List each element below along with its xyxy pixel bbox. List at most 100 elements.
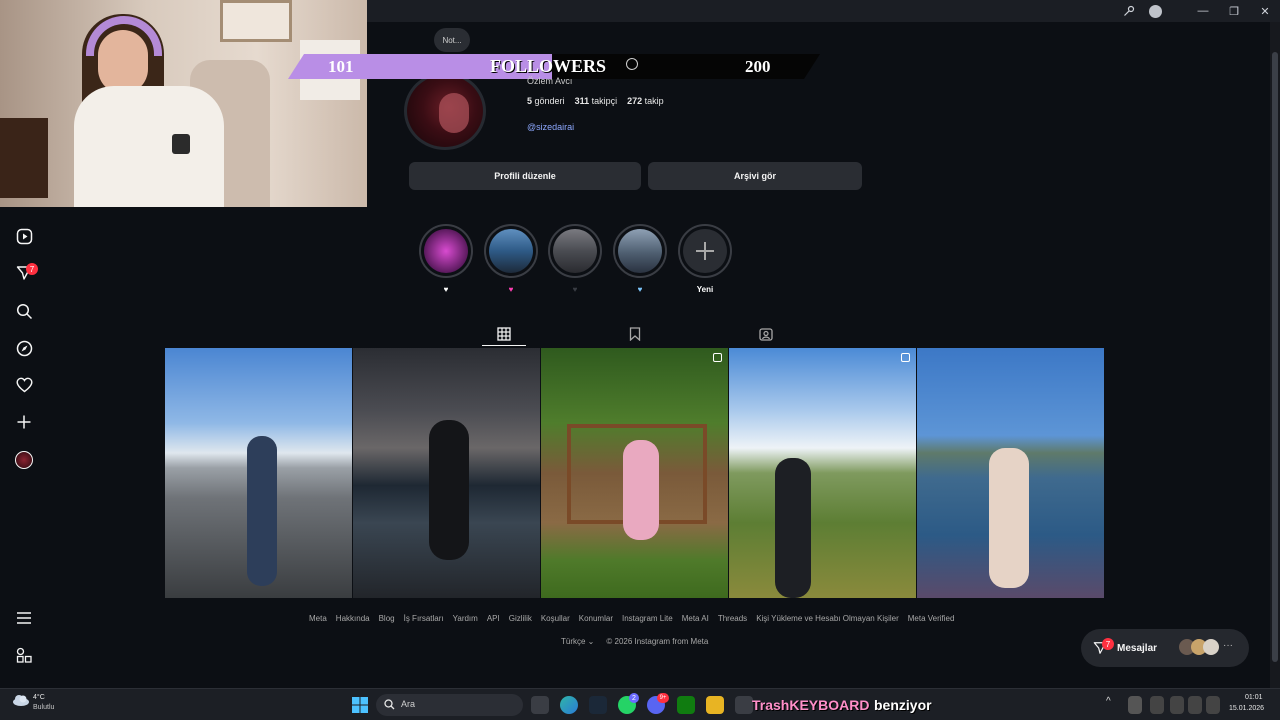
followers-goal: 200 — [745, 57, 771, 76]
following-count: 272 — [627, 96, 643, 106]
weather-desc: Bulutlu — [33, 704, 55, 711]
footer-link-terms[interactable]: Koşullar — [541, 614, 570, 623]
reels-icon[interactable] — [14, 226, 34, 246]
weather-temp: 4°C — [33, 694, 45, 701]
scrollbar-thumb[interactable] — [1272, 52, 1278, 662]
stream-overlay-text-1: TrashKEYBOARD — [752, 697, 870, 713]
profile-full-name: Özlem Avcı — [527, 76, 573, 86]
windows-taskbar: 4°C Bulutlu Ara 2 9+ ^ 01:01 15.01.2026 — [0, 688, 1280, 720]
highlight-1-label: ♥ — [443, 285, 449, 294]
tab-saved[interactable] — [614, 322, 656, 346]
note-label: Not... — [442, 35, 462, 45]
xbox-icon[interactable] — [677, 696, 695, 714]
post-thumbnail-3[interactable] — [541, 348, 728, 598]
highlight-4-label: ♥ — [637, 285, 643, 294]
story-highlight-4[interactable] — [613, 224, 667, 278]
tray-chevron-icon[interactable]: ^ — [1106, 696, 1120, 714]
edit-profile-button[interactable]: Profili düzenle — [409, 162, 641, 190]
profile-stats: 5 gönderi 311 takipçi 272 takip — [527, 96, 664, 106]
close-icon[interactable]: ✕ — [1250, 0, 1280, 22]
copyright: © 2026 Instagram from Meta — [606, 637, 709, 646]
app-icon[interactable] — [735, 696, 753, 714]
weather-cloud-icon[interactable] — [12, 693, 30, 711]
footer-link-api[interactable]: API — [487, 614, 500, 623]
tab-posts-grid[interactable] — [483, 322, 525, 346]
sidebar-nav: 7 — [0, 206, 48, 688]
windows-start-icon[interactable] — [351, 696, 369, 714]
carousel-icon — [901, 353, 910, 362]
webcam-overlay — [0, 0, 367, 207]
scrollbar[interactable] — [1270, 22, 1280, 688]
grid-icon — [497, 327, 511, 341]
post-thumbnail-2[interactable] — [353, 348, 540, 598]
profile-avatar-icon[interactable] — [1140, 0, 1170, 22]
profile-avatar[interactable] — [404, 72, 486, 150]
post-thumbnail-4[interactable] — [729, 348, 916, 598]
footer-link-verified[interactable]: Meta Verified — [908, 614, 955, 623]
story-highlight-2[interactable] — [484, 224, 538, 278]
minimize-icon[interactable]: — — [1188, 0, 1218, 22]
footer-link-locations[interactable]: Konumlar — [579, 614, 613, 623]
settings-gear-icon[interactable] — [626, 58, 638, 70]
following-label: takip — [644, 96, 664, 106]
create-plus-icon[interactable] — [14, 412, 34, 432]
view-archive-button[interactable]: Arşivi gör — [648, 162, 862, 190]
explore-compass-icon[interactable] — [14, 338, 34, 358]
footer-link-privacy[interactable]: Gizlilik — [509, 614, 532, 623]
threads-handle-link[interactable]: @sizedairai — [527, 122, 574, 132]
menu-hamburger-icon[interactable] — [14, 608, 34, 628]
battery-icon[interactable] — [1206, 696, 1220, 714]
post-thumbnail-5[interactable] — [917, 348, 1104, 598]
tray-app-icon[interactable] — [1128, 696, 1142, 714]
footer-link-contacts[interactable]: Kişi Yükleme ve Hesabı Olmayan Kişiler — [756, 614, 899, 623]
footer-links: Meta Hakkında Blog İş Fırsatları Yardım … — [309, 614, 954, 623]
footer-link-threads[interactable]: Threads — [718, 614, 747, 623]
clock-time[interactable]: 01:01 — [1245, 694, 1263, 701]
story-highlight-1[interactable] — [419, 224, 473, 278]
search-placeholder: Ara — [401, 699, 416, 709]
steam-icon[interactable] — [589, 696, 607, 714]
followers-current: 101 — [328, 57, 354, 76]
footer-link-help[interactable]: Yardım — [453, 614, 478, 623]
wifi-icon[interactable] — [1170, 696, 1184, 714]
footer-link-blog[interactable]: Blog — [379, 614, 395, 623]
stream-overlay-text-2: benziyor — [874, 697, 932, 713]
file-explorer-icon[interactable] — [706, 696, 724, 714]
footer-link-about[interactable]: Hakkında — [336, 614, 370, 623]
messages-label: Mesajlar — [1117, 643, 1158, 654]
clock-date[interactable]: 15.01.2026 — [1229, 705, 1264, 712]
more-icon: ··· — [1223, 640, 1233, 651]
post-thumbnail-1[interactable] — [165, 348, 352, 598]
posts-count: 5 — [527, 96, 533, 106]
tagged-user-icon — [759, 328, 773, 341]
screen: — ❐ ✕ 7 Not... 101 FOLLOWERS 200 Özlem A… — [0, 0, 1280, 720]
posts-stat[interactable]: 5 gönderi — [527, 96, 565, 106]
taskbar-search[interactable]: Ara — [376, 694, 523, 716]
heart-notifications-icon[interactable] — [14, 375, 34, 395]
story-highlight-3[interactable] — [548, 224, 602, 278]
footer-link-meta[interactable]: Meta — [309, 614, 327, 623]
followers-count: 311 — [574, 96, 590, 106]
maximize-icon[interactable]: ❐ — [1219, 0, 1249, 22]
volume-icon[interactable] — [1188, 696, 1202, 714]
notification-badge: 7 — [26, 263, 38, 275]
footer-link-lite[interactable]: Instagram Lite — [622, 614, 673, 623]
profile-avatar-nav[interactable] — [14, 450, 34, 470]
language-selector[interactable]: Türkçe ⌄ — [561, 637, 594, 646]
note-bubble[interactable]: Not... — [434, 28, 470, 52]
search-icon[interactable] — [14, 301, 34, 321]
apps-grid-icon[interactable] — [14, 645, 34, 665]
task-view-icon[interactable] — [531, 696, 549, 714]
new-highlight-button[interactable] — [678, 224, 732, 278]
plus-icon — [696, 242, 714, 260]
tab-tagged[interactable] — [745, 322, 787, 346]
posts-label: gönderi — [534, 96, 565, 106]
footer-link-meta-ai[interactable]: Meta AI — [682, 614, 709, 623]
followers-stat[interactable]: 311 takipçi — [575, 96, 618, 106]
carousel-icon — [713, 353, 722, 362]
microphone-icon[interactable] — [1150, 696, 1164, 714]
highlight-2-label: ♥ — [508, 285, 514, 294]
footer-link-jobs[interactable]: İş Fırsatları — [404, 614, 444, 623]
following-stat[interactable]: 272 takip — [627, 96, 664, 106]
edge-browser-icon[interactable] — [560, 696, 578, 714]
